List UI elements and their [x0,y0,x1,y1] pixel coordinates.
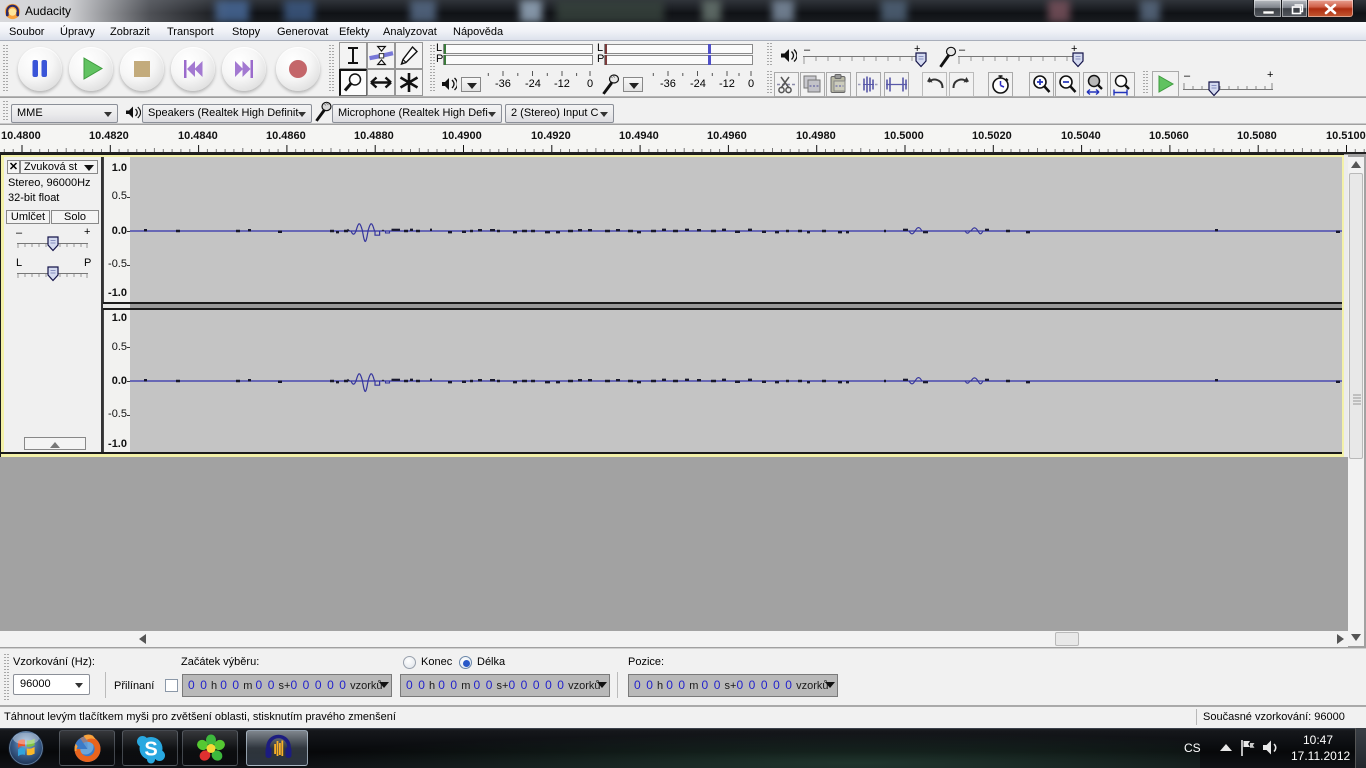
svg-text:S: S [144,739,157,761]
